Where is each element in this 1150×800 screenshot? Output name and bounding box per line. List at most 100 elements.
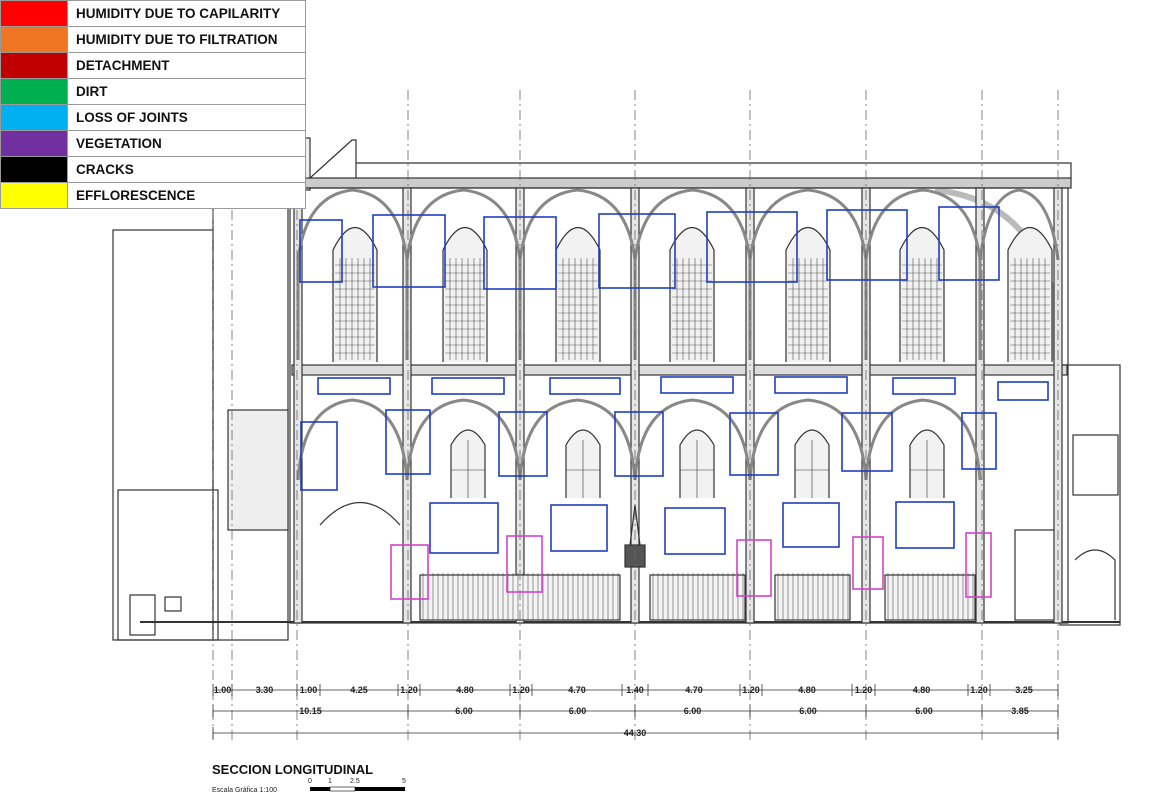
legend-swatch (0, 26, 68, 53)
legend-label: VEGETATION (67, 130, 306, 157)
loss-of-joints-marker (774, 376, 848, 394)
left-gallery (227, 409, 289, 531)
dimension-label: 6.00 (455, 706, 473, 716)
dimension-label: 3.85 (1011, 706, 1029, 716)
dimension-label: 1.20 (400, 685, 418, 695)
dimension-total: 44.30 (624, 728, 647, 738)
legend-row: CRACKS (0, 156, 306, 183)
dimension-label: 6.00 (684, 706, 702, 716)
legend-row: HUMIDITY DUE TO CAPILARITY (0, 0, 306, 27)
dimension-label: 1.00 (300, 685, 318, 695)
legend-swatch (0, 182, 68, 209)
left-annex-block (212, 154, 289, 641)
dimension-label: 1.00 (214, 685, 232, 695)
dimension-label: 4.70 (685, 685, 703, 695)
legend-row: LOSS OF JOINTS (0, 104, 306, 131)
left-window (164, 596, 182, 612)
dimension-label: 10.15 (299, 706, 322, 716)
legend-label: EFFLORESCENCE (67, 182, 306, 209)
roof-parapet (356, 162, 1072, 178)
right-annex-window (1072, 434, 1119, 496)
dimension-label: 4.80 (456, 685, 474, 695)
stall-group (774, 573, 851, 621)
dimension-label: 6.00 (569, 706, 587, 716)
aisle-window (450, 429, 486, 498)
legend-swatch (0, 52, 68, 79)
legend-swatch (0, 130, 68, 157)
loss-of-joints-marker (429, 502, 499, 554)
choir-stalls (419, 573, 976, 621)
right-arch (1074, 549, 1116, 620)
dimension-label: 4.70 (568, 685, 586, 695)
clerestory-window (332, 226, 378, 362)
dimension-label: 1.20 (742, 685, 760, 695)
aisle-window (679, 429, 715, 498)
clerestory-window (1007, 226, 1053, 362)
legend-swatch (0, 0, 68, 27)
left-low-arch (319, 502, 401, 526)
dimension-label: 6.00 (915, 706, 933, 716)
loss-of-joints-marker (550, 504, 608, 552)
legend-swatch (0, 78, 68, 105)
legend-swatch (0, 156, 68, 183)
scale-label: Escala Gráfica 1:100 (212, 787, 277, 794)
legend-label: DIRT (67, 78, 306, 105)
section-title: SECCION LONGITUDINAL (212, 762, 373, 777)
legend-row: DIRT (0, 78, 306, 105)
loss-of-joints-marker (782, 502, 840, 548)
legend-row: HUMIDITY DUE TO FILTRATION (0, 26, 306, 53)
bays (293, 187, 1063, 624)
legend-label: CRACKS (67, 156, 306, 183)
legend-row: DETACHMENT (0, 52, 306, 79)
dimension-label: 4.25 (350, 685, 368, 695)
left-low-building (117, 489, 219, 641)
legend-label: LOSS OF JOINTS (67, 104, 306, 131)
dimension-label: 1.20 (855, 685, 873, 695)
tower-roof (309, 139, 357, 180)
scale-tick-0: 0 (308, 778, 312, 785)
stall-group (649, 573, 746, 621)
right-door (1014, 529, 1056, 621)
scale-tick-1: 1 (328, 778, 332, 785)
legend-label: HUMIDITY DUE TO FILTRATION (67, 26, 306, 53)
loss-of-joints-marker (997, 381, 1049, 401)
clerestory-window (442, 226, 488, 362)
aisle-window (794, 429, 830, 498)
loss-of-joints-marker (300, 421, 338, 491)
dimension-label: 4.80 (798, 685, 816, 695)
aisle-window (909, 429, 945, 498)
loss-of-joints-marker (892, 377, 956, 395)
loss-of-joints-marker (664, 507, 726, 555)
legend-row: VEGETATION (0, 130, 306, 157)
loss-of-joints-marker (317, 377, 391, 395)
scale-tick-2: 2.5 (350, 778, 360, 785)
dimension-label: 1.20 (970, 685, 988, 695)
stall-group (884, 573, 976, 621)
loss-of-joints-marker (660, 376, 734, 394)
legend-swatch (0, 104, 68, 131)
loss-of-joints-marker (895, 501, 955, 549)
legend-row: EFFLORESCENCE (0, 182, 306, 209)
loss-of-joints-marker (549, 377, 621, 395)
legend-label: DETACHMENT (67, 52, 306, 79)
title-block: SECCION LONGITUDINAL Escala Gráfica 1:10… (212, 762, 406, 794)
dimension-label: 1.20 (512, 685, 530, 695)
arcade-arch (296, 398, 409, 481)
aisle-window (565, 429, 601, 498)
legend-table: HUMIDITY DUE TO CAPILARITY HUMIDITY DUE … (0, 0, 306, 209)
dimension-label: 4.80 (913, 685, 931, 695)
legend-label: HUMIDITY DUE TO CAPILARITY (67, 0, 306, 27)
roof-slab (287, 177, 1072, 189)
dimension-lines: 1.00 3.30 1.00 4.25 1.20 4.80 1.20 4.70 1.40 4.70… (212, 684, 1059, 739)
dimension-label: 3.25 (1015, 685, 1033, 695)
dimension-label: 6.00 (799, 706, 817, 716)
left-tower-block (112, 229, 214, 641)
clerestory-window (785, 226, 831, 362)
dimension-label: 1.40 (626, 685, 644, 695)
loss-of-joints-marker (431, 377, 505, 395)
scale-tick-3: 5 (402, 778, 406, 785)
left-door (129, 594, 156, 636)
scale-bar: 0 1 2.5 5 (308, 778, 406, 792)
dimension-label: 3.30 (256, 685, 274, 695)
clerestory-window (555, 226, 601, 362)
